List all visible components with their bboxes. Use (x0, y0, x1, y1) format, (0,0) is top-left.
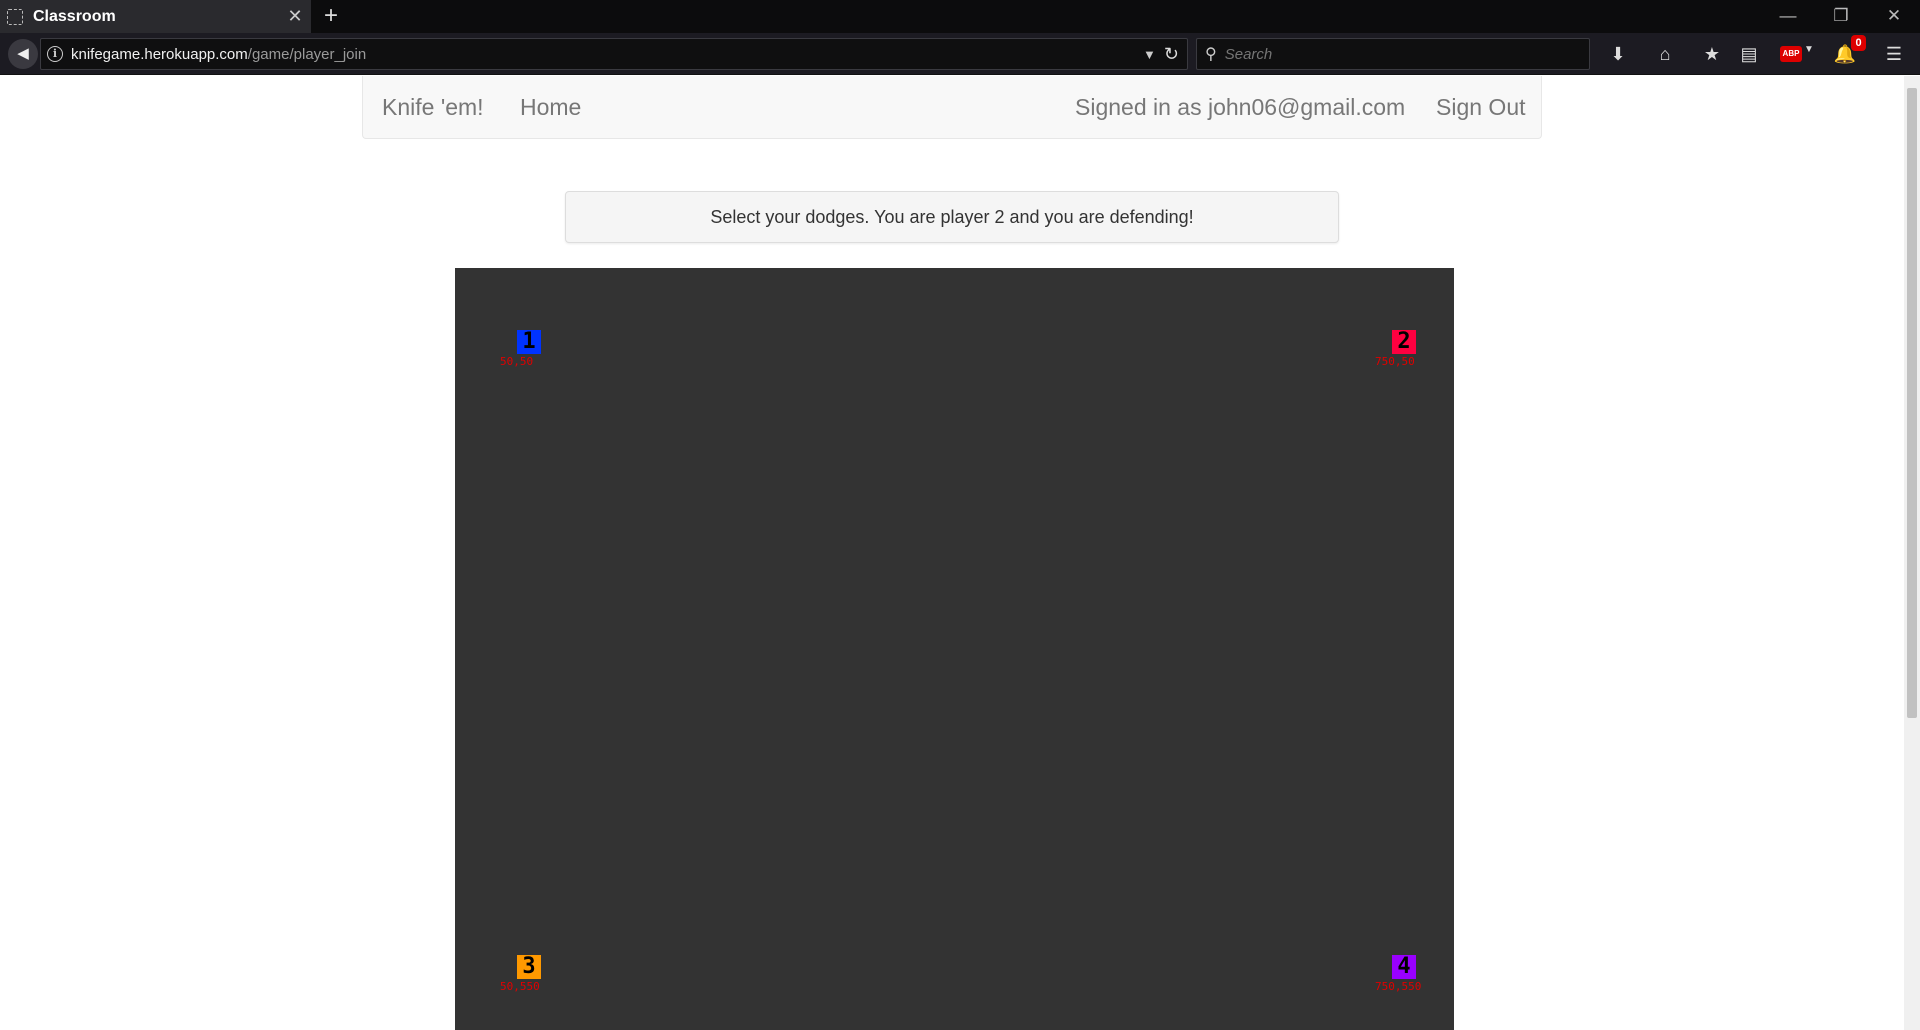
window-close-icon[interactable]: ✕ (1868, 0, 1920, 33)
url-host: knifegame.herokuapp.com (71, 45, 248, 63)
search-bar[interactable]: ⚲ (1196, 38, 1590, 70)
player-3-marker[interactable]: 3 (517, 955, 541, 979)
player-2-coords: 750,50 (1375, 355, 1415, 368)
back-button[interactable]: ◀ (8, 39, 38, 69)
reload-icon[interactable]: ↻ (1164, 44, 1179, 65)
player-1-coords: 50,50 (500, 355, 534, 368)
reading-list-icon[interactable]: ▤ (1733, 39, 1765, 69)
home-icon[interactable]: ⌂ (1649, 39, 1681, 69)
scrollbar-thumb[interactable] (1907, 88, 1917, 718)
notification-badge: 0 (1851, 35, 1866, 51)
close-tab-icon[interactable]: ✕ (283, 6, 307, 27)
signed-in-text: Signed in as john06@gmail.com (1075, 94, 1406, 120)
player-3-coords: 50,550 (500, 980, 540, 993)
home-link[interactable]: Home (520, 94, 581, 121)
bookmark-star-icon[interactable]: ★ (1696, 39, 1728, 69)
tab-title: Classroom (33, 7, 116, 25)
menu-icon[interactable]: ☰ (1878, 39, 1910, 69)
url-bar[interactable]: i knifegame.herokuapp.com /game/player_j… (40, 38, 1188, 70)
url-history-dropdown-icon[interactable]: ▼ (1143, 47, 1156, 62)
game-board[interactable]: 1 50,50 2 750,50 3 50,550 4 750,550 (455, 268, 1454, 1030)
adblock-icon[interactable]: ABP (1780, 46, 1802, 62)
url-path: /game/player_join (247, 45, 367, 63)
player-1-marker[interactable]: 1 (517, 330, 541, 354)
browser-titlebar: Classroom ✕ + — ❐ ✕ (0, 0, 1920, 33)
download-icon[interactable]: ⬇ (1602, 39, 1634, 69)
browser-tab[interactable]: Classroom ✕ (0, 0, 311, 33)
sign-out-link[interactable]: Sign Out (1436, 94, 1526, 121)
site-info-icon[interactable]: i (47, 46, 63, 62)
minimize-icon[interactable]: — (1762, 0, 1814, 33)
page-favicon-icon (7, 8, 23, 25)
new-tab-button[interactable]: + (318, 0, 344, 33)
restore-icon[interactable]: ❐ (1815, 0, 1867, 33)
site-navbar: Knife 'em! Home Signed in as john06@gmai… (362, 76, 1542, 139)
player-2-marker[interactable]: 2 (1392, 330, 1416, 354)
player-4-marker[interactable]: 4 (1392, 955, 1416, 979)
search-icon: ⚲ (1205, 46, 1217, 63)
player-4-coords: 750,550 (1375, 980, 1422, 993)
search-input[interactable] (1222, 44, 1563, 64)
page-content: Knife 'em! Home Signed in as john06@gmai… (0, 76, 1904, 1030)
adblock-dropdown-icon[interactable]: ▼ (1804, 44, 1814, 55)
page-scrollbar[interactable] (1904, 76, 1920, 1030)
brand-link[interactable]: Knife 'em! (382, 94, 484, 121)
instruction-panel: Select your dodges. You are player 2 and… (565, 191, 1339, 243)
browser-navbar: ◀ i knifegame.herokuapp.com /game/player… (0, 33, 1920, 75)
